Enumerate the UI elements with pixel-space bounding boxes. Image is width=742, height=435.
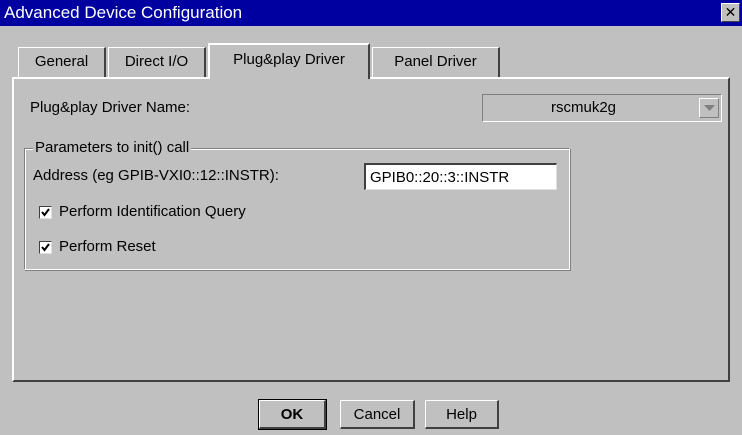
help-button[interactable]: Help — [425, 400, 499, 429]
reset-checkbox[interactable] — [39, 241, 52, 254]
tab-panel-driver-label: Panel Driver — [394, 53, 477, 70]
checkmark-icon — [41, 243, 50, 252]
tab-panel-driver[interactable]: Panel Driver — [372, 47, 500, 77]
identification-query-checkbox[interactable] — [39, 206, 52, 219]
tab-plugplay-driver[interactable]: Plug&play Driver — [208, 43, 370, 79]
address-input[interactable] — [364, 163, 557, 190]
cancel-button[interactable]: Cancel — [340, 400, 415, 429]
driver-name-label: Plug&play Driver Name: — [30, 99, 191, 116]
close-button[interactable]: ✕ — [721, 3, 740, 22]
tab-plugplay-driver-label: Plug&play Driver — [233, 51, 345, 68]
driver-name-value: rscmuk2g — [551, 99, 617, 116]
tab-direct-io-label: Direct I/O — [124, 53, 189, 70]
dropdown-button[interactable] — [699, 98, 719, 118]
tab-general[interactable]: General — [18, 47, 106, 77]
ok-button[interactable]: OK — [258, 399, 327, 430]
tab-general-label: General — [34, 53, 89, 70]
identification-query-label: Perform Identification Query — [59, 203, 246, 220]
init-params-group-label: Parameters to init() call — [33, 139, 192, 157]
tab-direct-io[interactable]: Direct I/O — [108, 47, 206, 77]
reset-label: Perform Reset — [59, 238, 156, 255]
address-label: Address (eg GPIB-VXI0::12::INSTR): — [33, 167, 279, 184]
title-bar: Advanced Device Configuration ✕ — [0, 0, 742, 26]
checkmark-icon — [41, 208, 50, 217]
window-title: Advanced Device Configuration — [4, 3, 243, 22]
close-icon: ✕ — [724, 4, 737, 20]
chevron-down-icon — [704, 105, 715, 111]
driver-name-dropdown[interactable]: rscmuk2g — [482, 94, 722, 122]
